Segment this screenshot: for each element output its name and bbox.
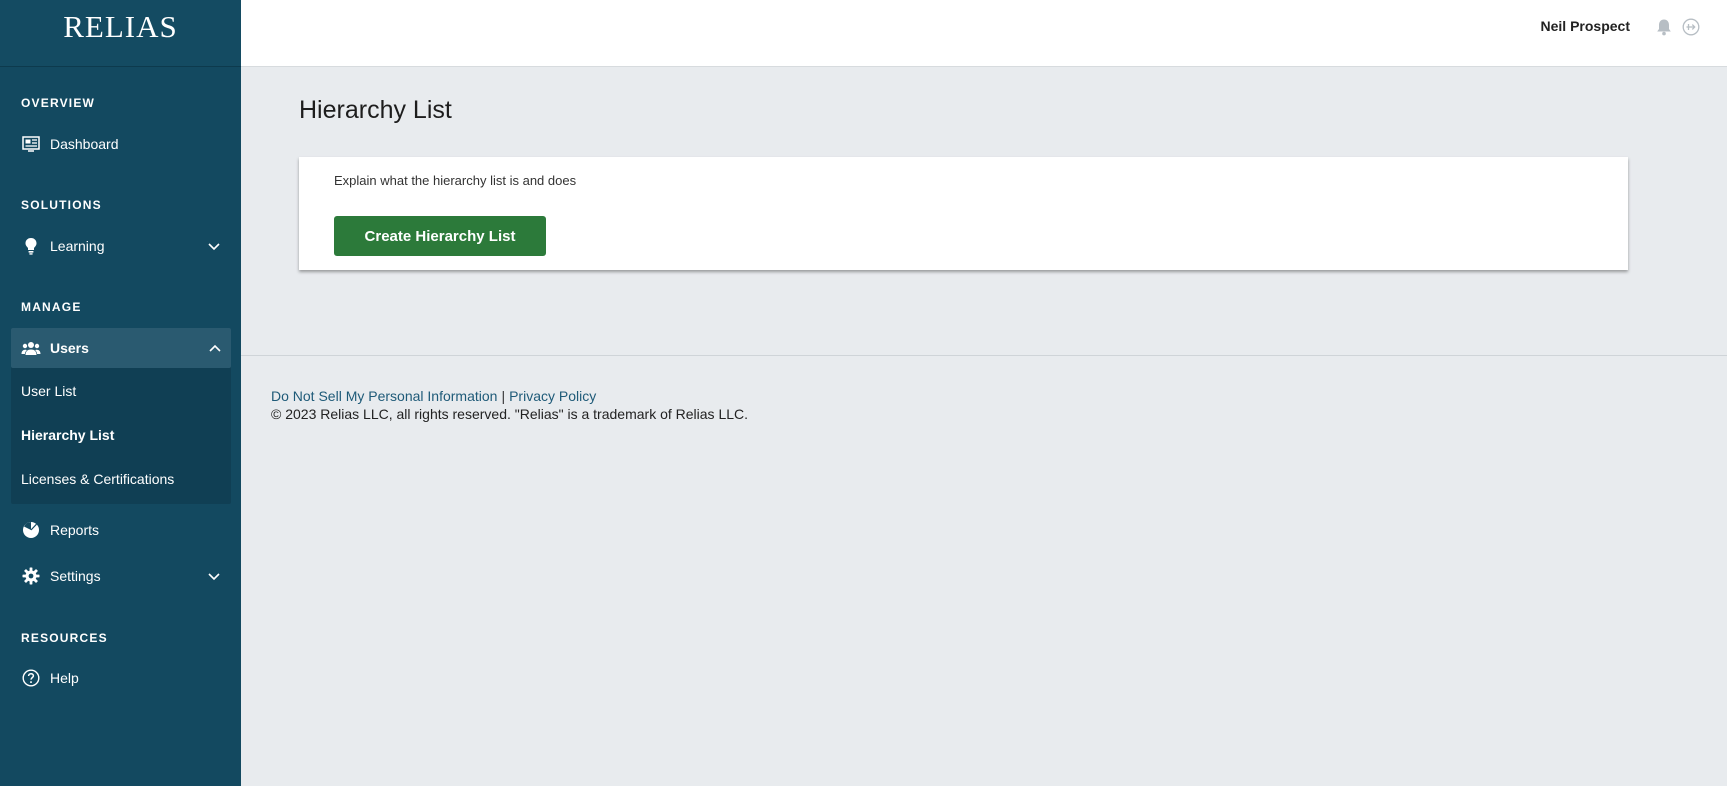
sidebar-subitem-licenses-certifications[interactable]: Licenses & Certifications [21, 471, 174, 487]
bell-icon[interactable] [1654, 17, 1674, 37]
help-icon [21, 668, 41, 688]
lightbulb-icon [21, 236, 41, 256]
card-description: Explain what the hierarchy list is and d… [334, 173, 577, 188]
sidebar-item-learning[interactable]: Learning [21, 233, 221, 259]
section-label-solutions: SOLUTIONS [21, 198, 102, 212]
sidebar-item-label: Learning [50, 238, 105, 254]
section-label-resources: RESOURCES [21, 631, 108, 645]
sidebar-item-help[interactable]: Help [21, 665, 221, 691]
sidebar-subitem-user-list[interactable]: User List [21, 383, 76, 399]
section-label-overview: OVERVIEW [21, 96, 96, 110]
sidebar-item-label: Settings [50, 568, 101, 584]
sidebar-subitem-hierarchy-list[interactable]: Hierarchy List [21, 427, 114, 443]
topbar: Neil Prospect [241, 0, 1727, 67]
sidebar-item-label: Reports [50, 522, 100, 538]
users-group: Users User List Hierarchy List Licenses … [11, 328, 231, 504]
sidebar-item-label: Dashboard [50, 136, 119, 152]
footer-separator: | [501, 388, 506, 404]
copyright-text: © 2023 Relias LLC, all rights reserved. … [271, 406, 749, 422]
relias-logo[interactable]: RELIAS [63, 9, 178, 45]
sidebar-item-users[interactable]: Users [11, 328, 231, 368]
privacy-policy-link[interactable]: Privacy Policy [509, 388, 596, 404]
do-not-sell-link[interactable]: Do Not Sell My Personal Information [271, 388, 497, 404]
logout-icon[interactable] [1681, 17, 1701, 37]
section-label-manage: MANAGE [21, 300, 82, 314]
sidebar-item-label: Help [50, 670, 79, 686]
hierarchy-card: Explain what the hierarchy list is and d… [299, 157, 1628, 270]
sidebar: RELIAS OVERVIEW Dashboard SOLUTIONS Lear… [0, 0, 241, 786]
users-icon [21, 338, 41, 358]
sidebar-item-label: Users [50, 340, 89, 356]
sidebar-item-reports[interactable]: Reports [21, 517, 221, 543]
gear-icon [21, 566, 41, 586]
chevron-down-icon [207, 569, 221, 583]
chevron-down-icon [207, 239, 221, 253]
dashboard-icon [21, 134, 41, 154]
reports-icon [21, 520, 41, 540]
sidebar-item-settings[interactable]: Settings [21, 563, 221, 589]
logo-area: RELIAS [0, 0, 241, 67]
chevron-up-icon [208, 341, 222, 355]
user-name[interactable]: Neil Prospect [1541, 18, 1630, 34]
create-hierarchy-list-button[interactable]: Create Hierarchy List [334, 216, 546, 256]
footer-links: Do Not Sell My Personal Information | Priv… [271, 388, 596, 404]
sidebar-item-dashboard[interactable]: Dashboard [21, 131, 221, 157]
page-title: Hierarchy List [299, 96, 452, 124]
footer-divider [241, 355, 1727, 356]
